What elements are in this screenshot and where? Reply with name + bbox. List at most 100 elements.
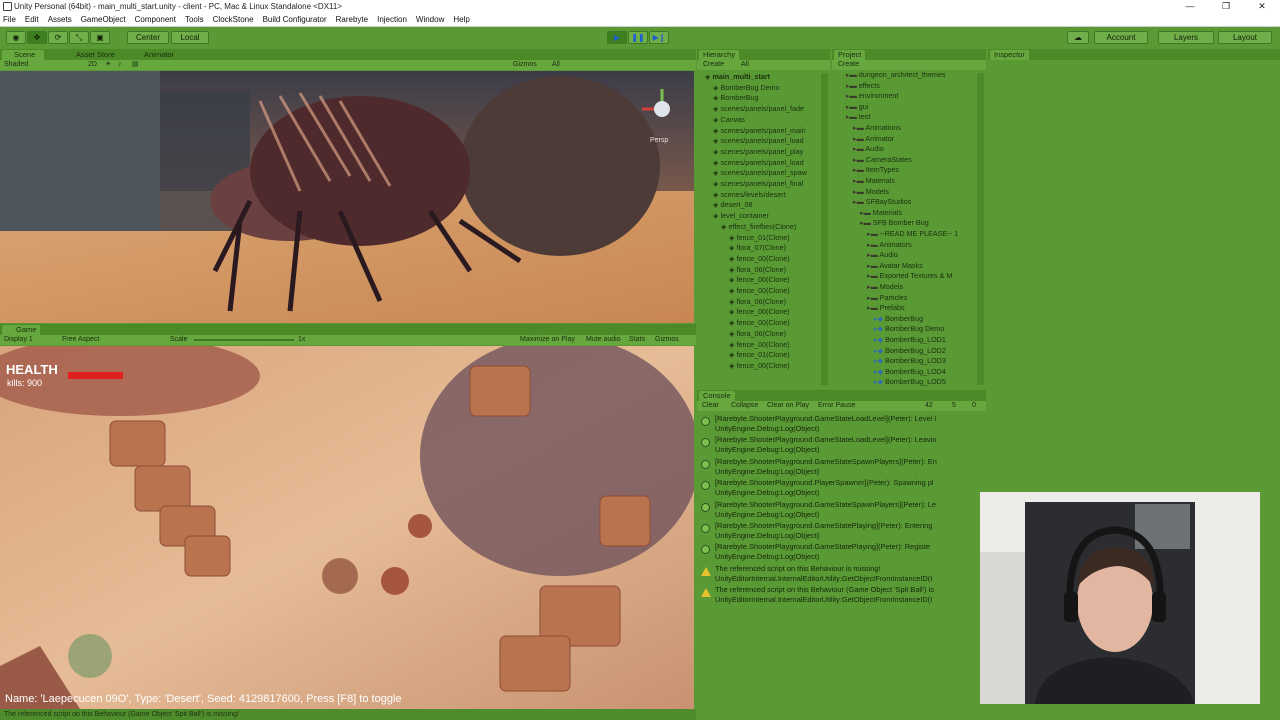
play-button-icon[interactable]: ▶ [607, 31, 627, 44]
project-item[interactable]: ▸▬ Particles [832, 293, 907, 304]
hierarchy-item[interactable]: ◈ fence_00(Clone) [697, 361, 790, 372]
hierarchy-item[interactable]: ◈ Canvas [697, 115, 745, 126]
project-item[interactable]: ▸▬ Exported Textures & M [832, 271, 952, 282]
menu-build-configurator[interactable]: Build Configurator [260, 15, 333, 24]
hierarchy-item[interactable]: ◈ BomberBug [697, 93, 759, 104]
account-dropdown[interactable]: Account [1094, 31, 1148, 44]
display-dropdown[interactable]: Display 1 [4, 335, 33, 345]
hierarchy-item[interactable]: ◈ scenes/panels/panel_load [697, 158, 804, 169]
pause-button-icon[interactable]: ❚❚ [628, 31, 648, 44]
menu-tools[interactable]: Tools [182, 15, 210, 24]
console-entry[interactable]: The referenced script on this Behaviour … [697, 584, 979, 605]
mute-audio-toggle[interactable]: Mute audio [586, 335, 621, 345]
project-item[interactable]: ▸▬ Materials [832, 208, 902, 219]
pivot-center-toggle[interactable]: Center [127, 31, 169, 44]
close-button[interactable]: ✕ [1244, 0, 1280, 13]
project-item[interactable]: ▸▬ Audio [832, 250, 898, 261]
layers-dropdown[interactable]: Layers [1158, 31, 1214, 44]
console-error-pause-toggle[interactable]: Error Pause [818, 401, 855, 411]
project-item[interactable]: ▸▬ Animators [832, 240, 912, 251]
game-gizmos-dropdown[interactable]: Gizmos [655, 335, 679, 345]
project-item[interactable]: ▸◆ BomberBug_LOD5 [832, 377, 946, 388]
hierarchy-item[interactable]: ◈ main_multi_start [697, 72, 770, 83]
menu-window[interactable]: Window [413, 15, 450, 24]
console-entry[interactable]: [Rarebyte.ShooterPlayground.PlayerSpawne… [697, 477, 979, 498]
hierarchy-item[interactable]: ◈ fence_01(Clone) [697, 350, 790, 361]
project-item[interactable]: ▸▬ test [832, 112, 870, 123]
console-entry[interactable]: The referenced script on this Behaviour … [697, 563, 979, 584]
console-entry[interactable]: [Rarebyte.ShooterPlayground.GameStatePla… [697, 541, 979, 562]
hierarchy-item[interactable]: ◈ fence_00(Clone) [697, 340, 790, 351]
2d-toggle[interactable]: 2D [88, 60, 97, 70]
console-log-list[interactable]: [Rarebyte.ShooterPlayground.GameStateLoa… [697, 413, 986, 709]
hierarchy-item[interactable]: ◈ fence_00(Clone) [697, 254, 790, 265]
project-item[interactable]: ▸◆ BomberBug [832, 314, 923, 325]
project-scrollbar[interactable] [977, 73, 984, 385]
menu-component[interactable]: Component [132, 15, 182, 24]
scale-tool-icon[interactable]: ⤡ [69, 31, 89, 44]
project-item[interactable]: ▸▬ Animations [832, 123, 901, 134]
project-item[interactable]: ▸▬ Materials [832, 176, 895, 187]
menu-rarebyte[interactable]: Rarebyte [333, 15, 374, 24]
console-collapse-button[interactable]: Collapse [731, 401, 758, 411]
project-item[interactable]: ▸▬ SFB Bomber Bug [832, 218, 929, 229]
console-entry[interactable]: [Rarebyte.ShooterPlayground.GameStateLoa… [697, 434, 979, 455]
menu-clockstone[interactable]: ClockStone [210, 15, 260, 24]
error-count-badge[interactable]: 0 [972, 401, 976, 411]
console-entry[interactable]: [Rarebyte.ShooterPlayground.GameStateSpa… [697, 456, 979, 477]
scale-slider[interactable] [194, 339, 294, 341]
hierarchy-item[interactable]: ◈ fence_00(Clone) [697, 286, 790, 297]
tab-game[interactable]: Game [2, 325, 40, 335]
project-item[interactable]: ▸▬ gui [832, 102, 868, 113]
menu-gameobject[interactable]: GameObject [78, 15, 132, 24]
project-item[interactable]: ▸▬ Audio [832, 144, 884, 155]
aspect-dropdown[interactable]: Free Aspect [62, 335, 99, 345]
pivot-local-toggle[interactable]: Local [171, 31, 209, 44]
console-clear-button[interactable]: Clear [702, 401, 719, 411]
hierarchy-scrollbar[interactable] [821, 73, 828, 385]
info-count-badge[interactable]: 42 [925, 401, 933, 411]
hierarchy-item[interactable]: ◈ effect_fireflies(Clone) [697, 222, 796, 233]
game-viewport[interactable]: HEALTH kills: 900 Name: 'Laepecucen 09O'… [0, 346, 694, 709]
menu-help[interactable]: Help [450, 15, 475, 24]
project-item[interactable]: ▸▬ SFBayStudios [832, 197, 911, 208]
hierarchy-item[interactable]: ◈ scenes/panels/panel_main [697, 126, 806, 137]
tab-hierarchy[interactable]: Hierarchy [699, 50, 740, 60]
console-clear-on-play-toggle[interactable]: Clear on Play [767, 401, 809, 411]
project-item[interactable]: ▸▬ effects [832, 81, 880, 92]
shading-mode-dropdown[interactable]: Shaded [4, 60, 28, 70]
step-button-icon[interactable]: ▶❙ [649, 31, 669, 44]
project-item[interactable]: ▸▬ Models [832, 282, 903, 293]
stats-toggle[interactable]: Stats [629, 335, 645, 345]
gizmos-dropdown[interactable]: Gizmos [513, 60, 537, 70]
menu-injection[interactable]: Injection [374, 15, 413, 24]
audio-icon[interactable]: ♪ [118, 60, 122, 70]
hierarchy-item[interactable]: ◈ scenes/panels/panel_play [697, 147, 803, 158]
hierarchy-item[interactable]: ◈ flora_06(Clone) [697, 265, 786, 276]
rect-tool-icon[interactable]: ▣ [90, 31, 110, 44]
hierarchy-item[interactable]: ◈ scenes/panels/panel_fade [697, 104, 804, 115]
project-item[interactable]: ▸▬ dungeon_architect_themes [832, 70, 946, 81]
tab-console[interactable]: Console [699, 391, 735, 401]
tab-scene[interactable]: Scene [2, 50, 44, 60]
project-item[interactable]: ▸▬ --READ ME PLEASE-- 1 [832, 229, 958, 240]
hierarchy-search-input[interactable]: All [741, 60, 749, 70]
project-item[interactable]: ▸◆ BomberBug_LOD2 [832, 346, 946, 357]
menu-edit[interactable]: Edit [22, 15, 45, 24]
hierarchy-item[interactable]: ◈ BomberBug Demo [697, 83, 780, 94]
hierarchy-item[interactable]: ◈ scenes/panels/panel_load [697, 136, 804, 147]
cloud-icon[interactable]: ☁ [1067, 31, 1089, 44]
layout-dropdown[interactable]: Layout [1218, 31, 1272, 44]
perspective-label[interactable]: Persp [650, 137, 668, 144]
hierarchy-item[interactable]: ◈ flora_07(Clone) [697, 243, 786, 254]
tab-asset-store[interactable]: Asset Store [72, 50, 119, 60]
project-item[interactable]: ▸▬ Models [832, 187, 889, 198]
move-tool-icon[interactable]: ✥ [27, 31, 47, 44]
project-tree[interactable]: ▸▬ dungeon_architect_themes ▸▬ effects ▸▬ … [832, 70, 978, 388]
warning-count-badge[interactable]: 5 [952, 401, 956, 411]
project-item[interactable]: ▸◆ BomberBug_LOD1 [832, 335, 946, 346]
project-item[interactable]: ▸◆ BomberBug_LOD4 [832, 367, 946, 378]
hierarchy-tree[interactable]: ◈ main_multi_start ◈ BomberBug Demo ◈ Bomb… [697, 72, 819, 387]
hierarchy-item[interactable]: ◈ flora_06(Clone) [697, 329, 786, 340]
menu-file[interactable]: File [0, 15, 22, 24]
